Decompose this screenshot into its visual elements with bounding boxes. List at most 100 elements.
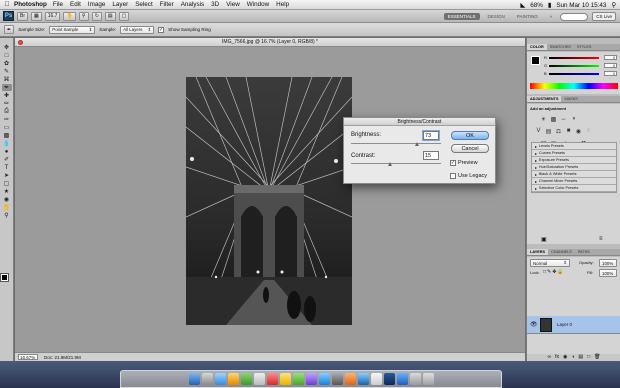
folder-icon[interactable]: ▤ <box>578 354 583 361</box>
photoshop-icon[interactable] <box>383 373 395 385</box>
ok-button[interactable]: OK <box>451 131 489 140</box>
preset-item[interactable]: ▸ Selective Color Presets <box>532 185 616 192</box>
green-value[interactable]: 0 <box>604 63 617 68</box>
use-legacy-checkbox[interactable]: Use Legacy <box>450 173 487 179</box>
preset-item[interactable]: ▸ Hue/Saturation Presets <box>532 164 616 171</box>
pen-tool-icon[interactable]: ✐ <box>2 156 12 163</box>
textedit-icon[interactable] <box>370 373 382 385</box>
brightness-slider-thumb[interactable] <box>415 142 420 146</box>
red-slider[interactable] <box>549 57 599 59</box>
brightness-input[interactable]: 73 <box>422 130 440 141</box>
finder-icon[interactable] <box>188 373 200 385</box>
photo-filter-icon[interactable]: ◉ <box>574 127 583 135</box>
messages-icon[interactable] <box>292 373 304 385</box>
tab-channels[interactable]: CHANNELS <box>548 249 575 255</box>
quick-select-tool-icon[interactable]: ✎ <box>2 68 12 75</box>
menu-layer[interactable]: Layer <box>112 1 128 8</box>
blend-mode-select[interactable]: Normal ⇕ <box>530 259 570 267</box>
downloads-stack-icon[interactable] <box>409 373 421 385</box>
menu-help[interactable]: Help <box>276 1 289 8</box>
battery-icon[interactable]: ▮ <box>548 2 551 9</box>
spotlight-icon[interactable]: ⚲ <box>611 2 616 9</box>
marquee-tool-icon[interactable]: □ <box>2 52 12 59</box>
arrange-documents-button[interactable]: ▤ <box>104 11 116 21</box>
history-brush-tool-icon[interactable]: ✑ <box>2 116 12 123</box>
adjustment-layer-icon[interactable]: ◑ <box>571 354 574 361</box>
dodge-tool-icon[interactable]: ● <box>2 148 12 155</box>
tab-adjustments[interactable]: ADJUSTMENTS <box>527 96 562 102</box>
new-layer-icon[interactable]: □ <box>587 354 590 361</box>
dropbox-icon[interactable] <box>396 373 408 385</box>
layer-name[interactable]: Layer 0 <box>557 322 572 327</box>
type-tool-icon[interactable]: T <box>2 164 12 171</box>
fill-field[interactable]: 100% <box>599 269 617 277</box>
battery-level[interactable]: 68% <box>530 2 543 9</box>
preset-item[interactable]: ▸ Exposure Presets <box>532 157 616 164</box>
layer-row[interactable]: 👁 Layer 0 <box>527 316 620 334</box>
rotate-view-button[interactable]: ↻ <box>91 11 102 21</box>
workspace-more[interactable]: » <box>546 13 557 20</box>
3d-rotate-tool-icon[interactable]: ★ <box>2 188 12 195</box>
red-value[interactable]: 0 <box>604 55 617 60</box>
cancel-button[interactable]: Cancel <box>451 144 489 153</box>
menu-view[interactable]: View <box>226 1 240 8</box>
document-size[interactable]: Doc: 21.9M/21.9M <box>44 355 81 360</box>
eraser-tool-icon[interactable]: ▭ <box>2 124 12 131</box>
menu-3d[interactable]: 3D <box>211 1 219 8</box>
menu-analysis[interactable]: Analysis <box>181 1 204 8</box>
brightness-slider-track[interactable] <box>351 143 441 144</box>
apple-icon[interactable]:  <box>0 1 14 8</box>
preset-item[interactable]: ▸ Black & White Presets <box>532 171 616 178</box>
workspace-design[interactable]: DESIGN <box>484 13 509 20</box>
document-canvas[interactable] <box>186 77 352 325</box>
view-extras-button[interactable]: ▦ <box>31 11 42 21</box>
wifi-icon[interactable]: ◣ <box>520 2 525 9</box>
facetime-icon[interactable] <box>240 373 252 385</box>
screen-mode-button[interactable]: ▢ <box>118 11 130 21</box>
clip-layer-icon[interactable]: ▣ <box>541 236 547 243</box>
cs-live-button[interactable]: CS Live <box>592 12 616 21</box>
stamp-tool-icon[interactable]: ⎙ <box>2 108 12 115</box>
hand-tool-button[interactable]: ✋ <box>63 11 76 21</box>
hue-saturation-icon[interactable]: ▤ <box>544 127 553 135</box>
menu-window[interactable]: Window <box>247 1 269 8</box>
launchpad-icon[interactable] <box>201 373 213 385</box>
skype-icon[interactable] <box>357 373 369 385</box>
contrast-slider-track[interactable] <box>351 163 441 164</box>
blur-tool-icon[interactable]: 💧 <box>2 140 12 147</box>
brightness-icon[interactable]: ☀ <box>539 115 548 123</box>
foreground-color-swatch[interactable] <box>0 273 9 282</box>
link-icon[interactable]: ∞ <box>548 354 552 361</box>
tab-paths[interactable]: PATHS <box>575 249 593 255</box>
app-store-icon[interactable] <box>318 373 330 385</box>
preset-item[interactable]: ▸ Levels Presets <box>532 143 616 150</box>
zoom-tool-icon[interactable]: ⚲ <box>2 212 12 219</box>
zoom-tool-button[interactable]: ⚲ <box>78 11 89 21</box>
preview-checkbox[interactable]: ✓ Preview <box>450 160 478 166</box>
trash-icon[interactable] <box>422 373 434 385</box>
dialog-title[interactable]: Brightness/Contrast <box>344 118 495 126</box>
exposure-icon[interactable]: ◑ <box>569 115 578 123</box>
system-preferences-icon[interactable] <box>331 373 343 385</box>
bridge-button[interactable]: Br <box>17 11 28 21</box>
levels-icon[interactable]: ▩ <box>549 115 558 123</box>
menu-image[interactable]: Image <box>88 1 106 8</box>
hand-tool-icon[interactable]: ✋ <box>2 204 12 211</box>
contrast-slider-thumb[interactable] <box>387 162 392 166</box>
eyedropper-tool-icon[interactable]: ✒ <box>1 84 12 91</box>
contacts-icon[interactable] <box>253 373 265 385</box>
blue-slider[interactable] <box>549 73 599 75</box>
sample-select[interactable]: All Layers ⇕ <box>120 25 155 34</box>
show-ring-checkbox[interactable]: ✓ <box>158 26 165 33</box>
zoom-field[interactable]: 16.67% <box>18 354 38 360</box>
blue-value[interactable]: 0 <box>604 71 617 76</box>
sample-size-select[interactable]: Point Sample ⇕ <box>49 25 96 34</box>
3d-camera-tool-icon[interactable]: ◉ <box>2 196 12 203</box>
menu-select[interactable]: Select <box>135 1 153 8</box>
tab-layers[interactable]: LAYERS <box>527 249 549 255</box>
zoom-level-dropdown[interactable]: 16.7 <box>44 11 61 21</box>
fx-icon[interactable]: fx <box>555 354 559 361</box>
eye-icon[interactable]: 👁 <box>530 321 538 328</box>
workspace-painting[interactable]: PAINTING <box>513 13 542 20</box>
color-ramp[interactable] <box>530 83 618 89</box>
